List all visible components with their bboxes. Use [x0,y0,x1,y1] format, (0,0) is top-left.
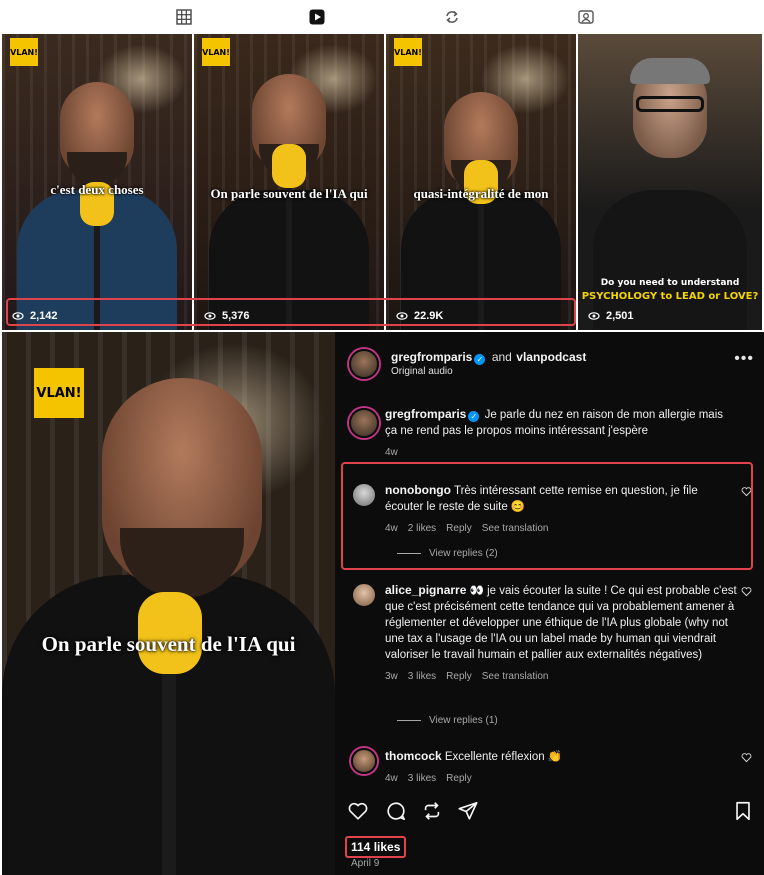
reel-caption: On parle souvent de l'IA qui [210,186,368,201]
caption-username[interactable]: gregfromparis [385,407,466,421]
tagged-icon [578,10,594,24]
comment-age: 4w [385,773,398,784]
caption-age: 4w [385,447,398,458]
reel-caption: c'est deux choses [50,182,144,197]
comment-body: thomcock Excellente réflexion 👏 4w 3 lik… [385,748,738,787]
likes-count[interactable]: 114 likes [345,836,407,858]
vlan-logo: VLAN! [394,38,422,66]
verified-badge-icon: ✓ [468,411,480,422]
like-heart-icon[interactable] [741,752,752,763]
collab-joiner: and [491,350,512,364]
commenter-username[interactable]: alice_pignarre [385,583,466,597]
post-header: gregfromparis ✓ and vlanpodcast Original … [345,344,754,384]
mic-stand [162,672,176,875]
post-side-panel: gregfromparis ✓ and vlanpodcast Original … [335,332,764,875]
like-heart-icon[interactable] [741,586,752,597]
vlan-logo: VLAN! [34,368,84,418]
author-username[interactable]: gregfromparis [391,350,472,364]
vlan-logo: VLAN! [202,38,230,66]
caption-meta: 4w [385,445,738,461]
comment-icon[interactable] [385,800,407,822]
comment-highlight-box [341,462,753,570]
remix-tab[interactable] [443,8,461,26]
view-replies-label: View replies (1) [429,715,498,726]
view-replies-button[interactable]: View replies (1) [397,715,498,726]
author-avatar[interactable] [349,349,379,379]
commenter-avatar[interactable] [351,582,377,608]
view-count: 2,501 [606,310,634,322]
reel-caption: quasi-intégralité de mon [413,186,549,201]
comment-age: 3w [385,671,398,682]
eye-icon [588,312,600,320]
reel-thumbnail-3[interactable]: VLAN! quasi-intégralité de mon 22.9K [386,34,576,330]
commenter-avatar[interactable] [351,748,377,774]
speaker-glasses [636,96,704,112]
repost-icon[interactable] [421,800,443,822]
speaker-jacket [592,190,748,330]
reel-thumbnail-2[interactable]: VLAN! On parle souvent de l'IA qui 5,376 [194,34,384,330]
post-actions [347,800,754,830]
profile-tab-bar [0,0,764,34]
microphone [272,144,306,188]
promo-line-1: Do you need to understand [600,278,740,288]
comment-meta: 3w 3 likes Reply See translation [385,669,738,685]
post-author-line: gregfromparis ✓ and vlanpodcast [391,348,586,366]
caption-author-avatar[interactable] [349,408,379,438]
reel-promo-text: Do you need to understand PSYCHOLOGY to … [578,276,762,304]
replies-divider [397,720,421,721]
reply-button[interactable]: Reply [446,669,472,685]
reel-thumbnail-4[interactable]: Do you need to understand PSYCHOLOGY to … [578,34,762,330]
like-icon[interactable] [347,800,369,822]
comment-likes[interactable]: 3 likes [408,771,436,787]
comment-body: alice_pignarre 👀 je vais écouter la suit… [385,582,738,685]
see-translation-button[interactable]: See translation [482,669,549,685]
verified-badge-icon: ✓ [474,354,486,365]
caption-body: gregfromparis ✓ Je parle du nez en raison… [385,406,738,461]
comment-meta: 4w 3 likes Reply [385,771,738,787]
remix-icon [446,10,458,24]
reel-thumbnail-1[interactable]: VLAN! c'est deux choses 2,142 [2,34,192,330]
comment-likes[interactable]: 3 likes [408,669,436,685]
post-media-caption: On parle souvent de l'IA qui [41,632,296,656]
reels-grid: VLAN! c'est deux choses 2,142 VLAN! On p… [2,34,762,330]
save-icon[interactable] [732,800,754,822]
grid-icon [176,9,192,25]
post-media[interactable]: VLAN! On parle souvent de l'IA qui [2,332,335,875]
collaborator-username[interactable]: vlanpodcast [516,350,586,364]
reply-button[interactable]: Reply [446,771,472,787]
vlan-logo: VLAN! [10,38,38,66]
share-icon[interactable] [457,800,479,822]
reels-icon [309,9,325,25]
more-options-icon[interactable]: ••• [734,350,754,368]
commenter-username[interactable]: thomcock [385,749,442,763]
comment-text: Excellente réflexion 👏 [444,751,563,763]
grid-tab[interactable] [175,8,193,26]
tagged-tab[interactable] [577,8,595,26]
post-date: April 9 [351,858,380,869]
speaker-hair [630,58,710,84]
promo-line-2: PSYCHOLOGY to LEAD or LOVE? [581,291,759,302]
reels-tab[interactable] [308,8,326,26]
audio-label[interactable]: Original audio [391,366,453,377]
reel-views: 2,501 [588,310,634,322]
views-highlight-box [6,298,576,326]
